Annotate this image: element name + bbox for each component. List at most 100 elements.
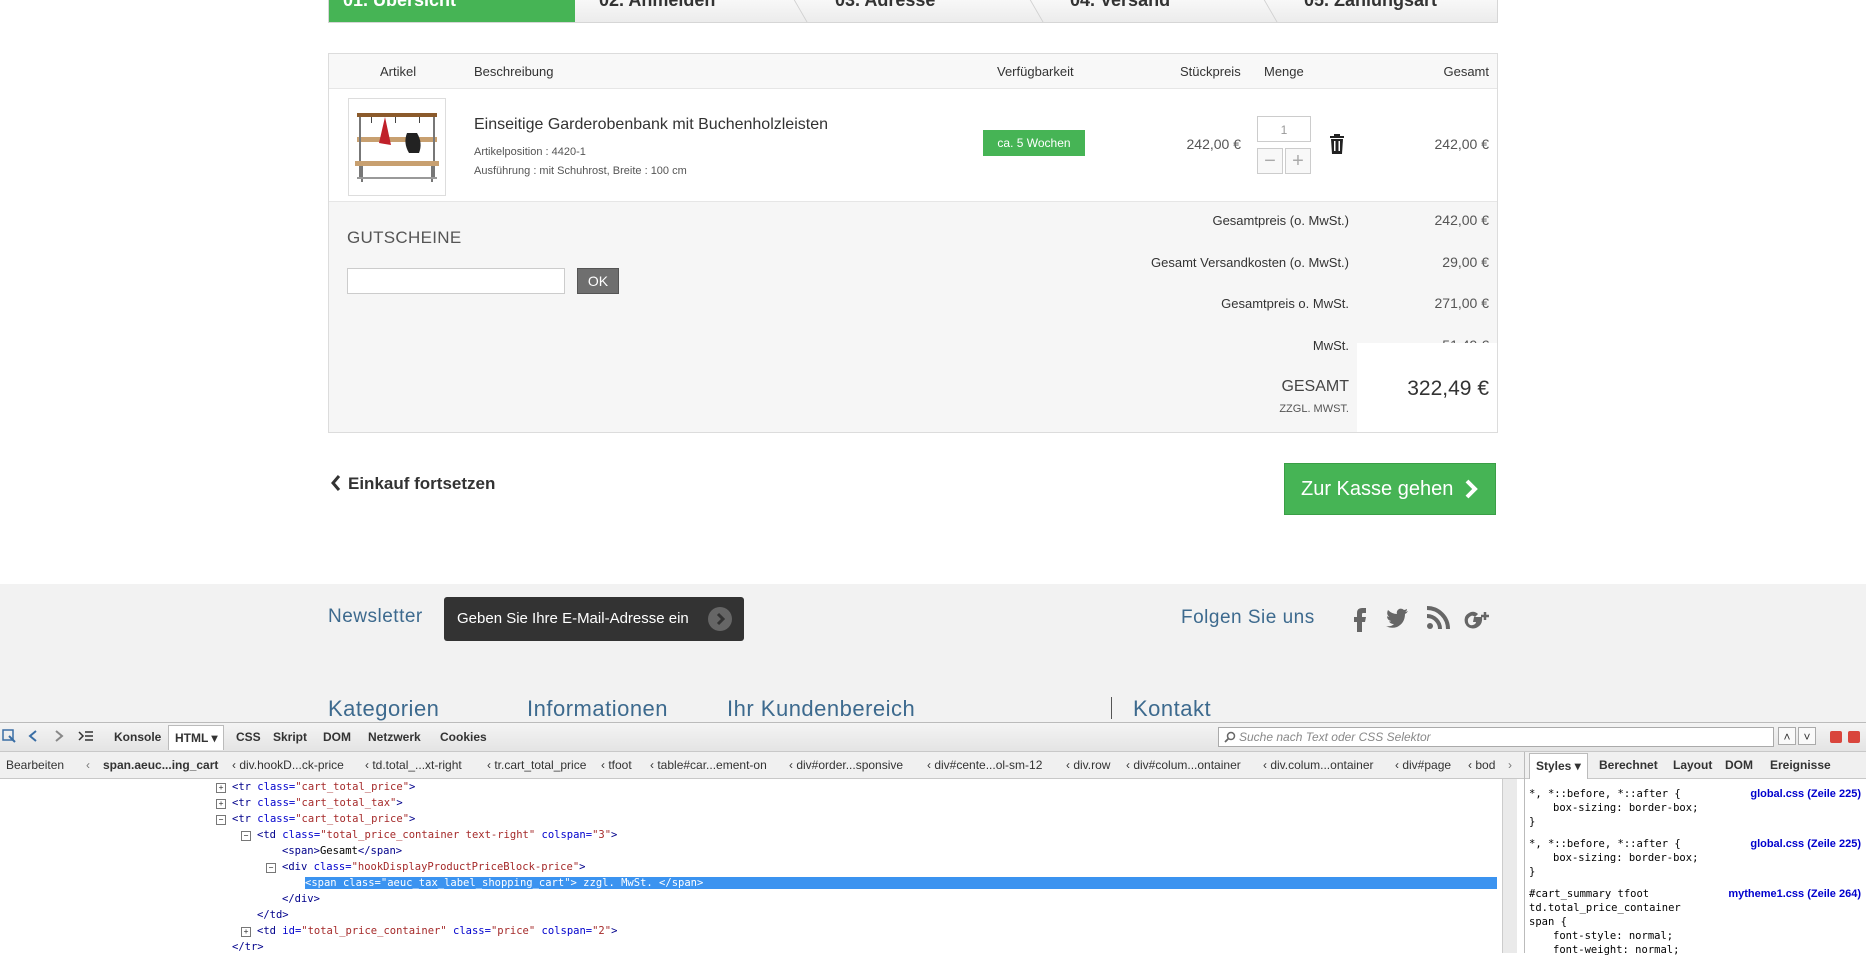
- footer-customer-account[interactable]: Ihr Kundenbereich: [727, 696, 915, 722]
- back-icon[interactable]: [28, 730, 38, 742]
- voucher-input[interactable]: [347, 268, 565, 294]
- quantity-decrease-button[interactable]: −: [1257, 148, 1283, 174]
- breadcrumb-item[interactable]: ‹ bod: [1468, 758, 1495, 772]
- chevron-right-icon: [1465, 479, 1478, 499]
- product-variant: Ausführung : mit Schuhrost, Breite : 100…: [474, 165, 687, 177]
- side-tab-layout[interactable]: Layout: [1673, 758, 1712, 772]
- rss-icon[interactable]: [1424, 604, 1452, 632]
- breadcrumb-item[interactable]: ‹ div#colum...ontainer: [1126, 758, 1241, 772]
- trash-icon[interactable]: [1329, 134, 1345, 154]
- checkout-label: Zur Kasse gehen: [1301, 478, 1454, 500]
- breadcrumb-item[interactable]: ‹ tr.cart_total_price: [487, 758, 586, 772]
- collapse-toggle[interactable]: −: [266, 863, 276, 873]
- search-prev-button[interactable]: ˄: [1778, 727, 1796, 745]
- product-name[interactable]: Einseitige Garderobenbank mit Buchenholz…: [474, 116, 828, 134]
- chevron-left-icon: [331, 475, 341, 491]
- step-label: 05. Zahlungsart: [1304, 0, 1438, 10]
- google-plus-icon[interactable]: [1463, 604, 1491, 632]
- breadcrumb-item[interactable]: ‹ div#cente...ol-sm-12: [927, 758, 1042, 772]
- footer: [0, 584, 1866, 722]
- devtools-tab-html[interactable]: HTML ▾: [168, 725, 225, 750]
- product-image[interactable]: [348, 98, 446, 196]
- footer-contact[interactable]: Kontakt: [1133, 696, 1211, 722]
- edit-button[interactable]: Bearbeiten: [6, 758, 64, 772]
- side-tab-dom[interactable]: DOM: [1725, 758, 1753, 772]
- detach-icon[interactable]: [1830, 731, 1842, 743]
- command-line-icon[interactable]: [78, 730, 94, 742]
- html-node[interactable]: </td>: [257, 909, 289, 921]
- css-property[interactable]: box-sizing: border-box;: [1553, 802, 1698, 814]
- css-source-link[interactable]: global.css (Zeile 225): [1750, 788, 1861, 800]
- facebook-icon[interactable]: [1346, 604, 1374, 632]
- breadcrumb-item[interactable]: ‹ div.hookD...ck-price: [232, 758, 344, 772]
- expand-toggle[interactable]: +: [216, 783, 226, 793]
- step-payment[interactable]: 05. Zahlungsart: [1304, 0, 1497, 22]
- collapse-toggle[interactable]: −: [216, 815, 226, 825]
- expand-toggle[interactable]: +: [241, 927, 251, 937]
- newsletter-input[interactable]: Geben Sie Ihre E-Mail-Adresse ein: [444, 597, 744, 641]
- voucher-ok-button[interactable]: OK: [577, 268, 619, 294]
- devtools-tab-network[interactable]: Netzwerk: [368, 730, 421, 744]
- collapse-toggle[interactable]: −: [241, 831, 251, 841]
- html-node[interactable]: <span>Gesamt</span>: [282, 845, 402, 857]
- breadcrumb-item[interactable]: ‹ tfoot: [601, 758, 632, 772]
- devtools-tab-dom[interactable]: DOM: [323, 730, 351, 744]
- checkout-steps: 01. Übersicht 02. Anmelden 03. Adresse 0…: [328, 0, 1498, 23]
- side-tab-styles[interactable]: Styles ▾: [1529, 753, 1588, 779]
- step-shipping[interactable]: 04. Versand: [1070, 0, 1270, 22]
- html-node[interactable]: <tr class="cart_total_price">: [232, 813, 415, 825]
- css-property[interactable]: box-sizing: border-box;: [1553, 852, 1698, 864]
- devtools-tab-css[interactable]: CSS: [236, 730, 261, 744]
- newsletter-submit-button[interactable]: [708, 607, 732, 631]
- search-next-button[interactable]: ˅: [1798, 727, 1816, 745]
- expand-toggle[interactable]: +: [216, 799, 226, 809]
- html-tree-scrollbar[interactable]: [1502, 779, 1517, 953]
- close-icon[interactable]: [1848, 731, 1860, 743]
- html-node[interactable]: <tr class="cart_total_price">: [232, 781, 415, 793]
- caret-down-icon: ▾: [211, 731, 218, 745]
- total-net-label: Gesamtpreis o. MwSt.: [1221, 296, 1349, 311]
- devtools-tab-console[interactable]: Konsole: [114, 730, 161, 744]
- html-node[interactable]: <td id="total_price_container" class="pr…: [257, 925, 617, 937]
- footer-categories[interactable]: Kategorien: [328, 696, 439, 722]
- step-login[interactable]: 02. Anmelden: [599, 0, 799, 22]
- inspect-icon[interactable]: [2, 729, 16, 743]
- css-source-link[interactable]: mytheme1.css (Zeile 264): [1728, 888, 1861, 900]
- html-node[interactable]: </div>: [282, 893, 320, 905]
- header-description: Beschreibung: [474, 64, 554, 79]
- css-property[interactable]: font-style: normal;: [1553, 930, 1673, 942]
- quantity-increase-button[interactable]: +: [1285, 148, 1311, 174]
- twitter-icon[interactable]: [1383, 604, 1411, 632]
- devtools-tab-script[interactable]: Skript: [273, 730, 307, 744]
- html-node[interactable]: <tr class="cart_total_tax">: [232, 797, 403, 809]
- forward-icon[interactable]: [54, 730, 64, 742]
- checkout-button[interactable]: Zur Kasse gehen: [1284, 463, 1496, 515]
- breadcrumb-item[interactable]: ‹ table#car...ement-on: [650, 758, 767, 772]
- html-node[interactable]: <td class="total_price_container text-ri…: [257, 829, 617, 841]
- side-tab-events[interactable]: Ereignisse: [1770, 758, 1831, 772]
- devtools-tab-cookies[interactable]: Cookies: [440, 730, 487, 744]
- css-source-link[interactable]: global.css (Zeile 225): [1750, 838, 1861, 850]
- side-tab-computed[interactable]: Berechnet: [1599, 758, 1658, 772]
- quantity-input[interactable]: 1: [1257, 116, 1311, 142]
- breadcrumb-item[interactable]: span.aeuc...ing_cart: [103, 758, 218, 772]
- html-node-selected[interactable]: <span class="aeuc_tax_label_shopping_car…: [305, 877, 1497, 889]
- chevron-left-icon[interactable]: ‹: [86, 758, 90, 772]
- breadcrumb-item[interactable]: ‹ div.colum...ontainer: [1263, 758, 1374, 772]
- html-node[interactable]: <div class="hookDisplayProductPriceBlock…: [282, 861, 585, 873]
- footer-information[interactable]: Informationen: [527, 696, 668, 722]
- step-address[interactable]: 03. Adresse: [835, 0, 1035, 22]
- devtools-search-input[interactable]: Suche nach Text oder CSS Selektor: [1218, 727, 1774, 747]
- breadcrumb-item[interactable]: ‹ div#page: [1395, 758, 1451, 772]
- breadcrumb-item[interactable]: ‹ div.row: [1066, 758, 1110, 772]
- breadcrumb-item[interactable]: ‹ div#order...sponsive: [789, 758, 903, 772]
- step-label: 01. Übersicht: [343, 0, 457, 10]
- html-node[interactable]: </tr>: [232, 941, 264, 953]
- chevron-right-icon[interactable]: ›: [1508, 758, 1512, 772]
- breadcrumb-item[interactable]: ‹ td.total_...xt-right: [365, 758, 462, 772]
- header-unit-price: Stückpreis: [1180, 64, 1241, 79]
- continue-shopping-link[interactable]: Einkauf fortsetzen: [348, 474, 495, 494]
- breadcrumb-label: bod: [1475, 758, 1496, 772]
- css-property[interactable]: font-weight: normal;: [1553, 944, 1679, 956]
- step-summary[interactable]: 01. Übersicht: [329, 0, 575, 22]
